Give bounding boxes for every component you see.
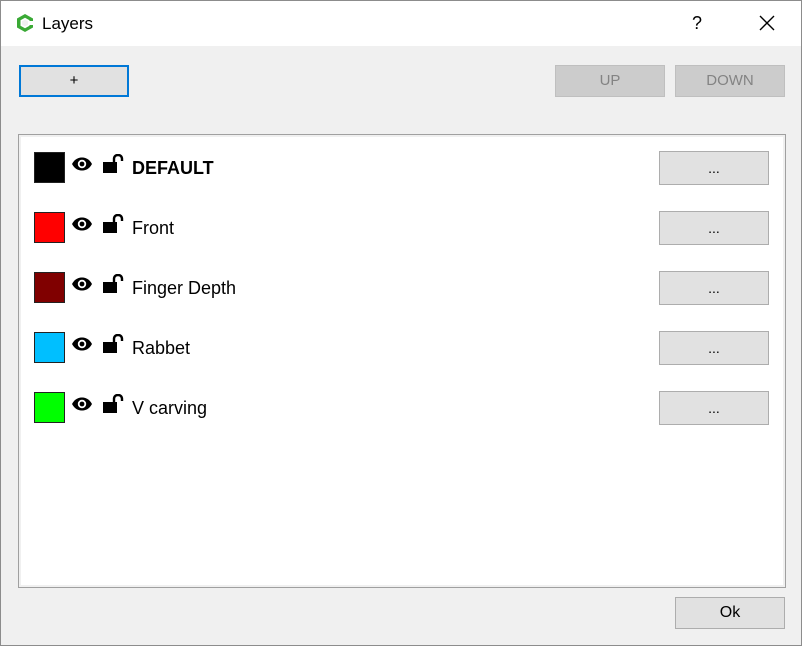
close-icon bbox=[759, 15, 775, 31]
layer-row: DEFAULT ... bbox=[19, 135, 785, 195]
layer-color-swatch[interactable] bbox=[34, 392, 65, 423]
layer-name: Rabbet bbox=[132, 338, 191, 358]
move-up-button[interactable]: UP bbox=[555, 65, 665, 97]
unlock-icon[interactable] bbox=[102, 333, 124, 359]
eye-icon[interactable] bbox=[71, 216, 93, 237]
layer-color-swatch[interactable] bbox=[34, 212, 65, 243]
layer-options-button[interactable]: ... bbox=[659, 391, 769, 425]
title-bar: Layers ? bbox=[1, 1, 801, 46]
add-layer-button[interactable]: + bbox=[19, 65, 129, 97]
layer-options-button[interactable]: ... bbox=[659, 331, 769, 365]
layer-color-swatch[interactable] bbox=[34, 272, 65, 303]
layer-name: Finger Depth bbox=[132, 278, 237, 298]
layer-row: V carving ... bbox=[19, 375, 785, 435]
layer-name: DEFAULT bbox=[132, 158, 214, 178]
close-button[interactable] bbox=[745, 5, 789, 41]
unlock-icon[interactable] bbox=[102, 153, 124, 179]
layer-row: Front ... bbox=[19, 195, 785, 255]
help-button[interactable]: ? bbox=[681, 9, 713, 37]
ok-button[interactable]: Ok bbox=[675, 597, 785, 629]
layer-color-swatch[interactable] bbox=[34, 332, 65, 363]
eye-icon[interactable] bbox=[71, 336, 93, 357]
layer-options-button[interactable]: ... bbox=[659, 211, 769, 245]
layer-row: Rabbet ... bbox=[19, 315, 785, 375]
eye-icon[interactable] bbox=[71, 276, 93, 297]
unlock-icon[interactable] bbox=[102, 213, 124, 239]
layers-list: DEFAULT ... Front ... Finger Depth ... R… bbox=[18, 134, 786, 588]
eye-icon[interactable] bbox=[71, 156, 93, 177]
layer-row: Finger Depth ... bbox=[19, 255, 785, 315]
unlock-icon[interactable] bbox=[102, 393, 124, 419]
unlock-icon[interactable] bbox=[102, 273, 124, 299]
app-logo-icon bbox=[15, 13, 35, 33]
eye-icon[interactable] bbox=[71, 396, 93, 417]
layer-name: Front bbox=[132, 218, 175, 238]
window-title: Layers bbox=[42, 14, 94, 33]
move-down-button[interactable]: DOWN bbox=[675, 65, 785, 97]
layer-options-button[interactable]: ... bbox=[659, 151, 769, 185]
layer-color-swatch[interactable] bbox=[34, 152, 65, 183]
layer-options-button[interactable]: ... bbox=[659, 271, 769, 305]
layer-name: V carving bbox=[132, 398, 208, 418]
layers-dialog: Layers ? + UP DOWN DEFAULT ... Front ...… bbox=[0, 0, 802, 646]
